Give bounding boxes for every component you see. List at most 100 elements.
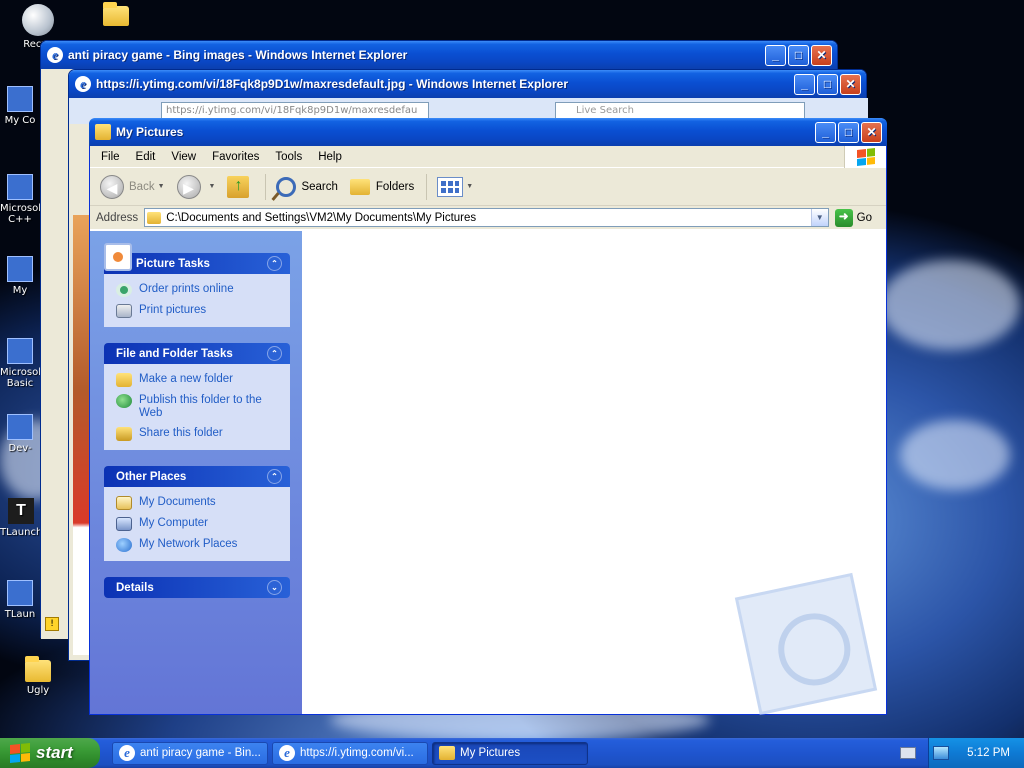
maximize-button[interactable]: □ (838, 121, 859, 143)
menu-file[interactable]: File (90, 151, 128, 163)
my-pictures-watermark-icon (734, 572, 878, 716)
title-bar[interactable]: My Pictures _ □ ✕ (89, 118, 887, 146)
views-button[interactable]: ▼ (437, 176, 473, 197)
other-places-header[interactable]: Other Places ⌃ (104, 466, 290, 487)
ie-icon: e (47, 47, 63, 63)
menu-favorites[interactable]: Favorites (204, 151, 267, 163)
task-order-prints[interactable]: Order prints online (116, 283, 282, 297)
folders-button[interactable]: Folders (349, 178, 414, 195)
taskbar-button-bing[interactable]: e anti piracy game - Bin... (112, 741, 268, 765)
desktop-icon-label: My (12, 285, 28, 296)
my-documents-icon (116, 496, 132, 510)
toolbar-separator (265, 173, 267, 200)
forward-arrow-icon: ▶ (176, 174, 201, 199)
file-folder-tasks-panel: File and Folder Tasks ⌃ Make a new folde… (104, 343, 290, 450)
language-bar[interactable] (888, 738, 928, 768)
desktop-icon-dev[interactable]: Dev- (0, 414, 40, 454)
window-title: anti piracy game - Bing images - Windows… (68, 48, 408, 62)
forward-button[interactable]: ▶ ▼ (176, 174, 216, 199)
up-button[interactable]: ↑ (227, 175, 253, 198)
folder-icon (439, 746, 455, 760)
menu-help[interactable]: Help (310, 151, 350, 163)
desktop-cloud (880, 260, 1020, 350)
back-button[interactable]: ◀ Back ▼ (100, 174, 165, 199)
windows-flag-icon (10, 742, 30, 764)
address-dropdown-button[interactable]: ▼ (810, 209, 828, 226)
taskbar: start e anti piracy game - Bin... e http… (0, 738, 1024, 768)
collapse-icon[interactable]: ⌃ (267, 256, 282, 271)
task-print-pictures[interactable]: Print pictures (116, 304, 282, 318)
folder-icon (147, 211, 162, 224)
windows-logo (844, 146, 886, 168)
address-path: C:\Documents and Settings\VM2\My Documen… (166, 211, 477, 224)
maximize-button[interactable]: □ (817, 73, 838, 95)
details-header[interactable]: Details ⌄ (104, 577, 290, 598)
close-button[interactable]: ✕ (861, 121, 882, 143)
ie-chrome-strip (41, 69, 71, 639)
task-share-folder[interactable]: Share this folder (116, 427, 282, 441)
title-bar[interactable]: e anti piracy game - Bing images - Windo… (41, 41, 837, 69)
task-publish-folder[interactable]: Publish this folder to the Web (116, 394, 282, 420)
minimize-button[interactable]: _ (765, 44, 786, 66)
place-my-network-places[interactable]: My Network Places (116, 538, 282, 552)
desktop-icon-ugly[interactable]: Ugly (8, 656, 68, 696)
start-button[interactable]: start (0, 738, 100, 768)
desktop-icon-label: Ugly (26, 685, 50, 696)
network-icon[interactable] (933, 746, 950, 760)
taskbar-button-ytimg[interactable]: e https://i.ytimg.com/vi... (272, 741, 428, 765)
window-title: My Pictures (116, 125, 184, 139)
desktop-icon-my[interactable]: My (0, 256, 40, 296)
picture-tasks-header[interactable]: Picture Tasks ⌃ (104, 243, 290, 274)
chevron-down-icon: ▼ (208, 183, 216, 190)
collapse-icon[interactable]: ⌃ (267, 346, 282, 361)
place-my-computer[interactable]: My Computer (116, 517, 282, 531)
desktop-cloud (900, 420, 1010, 490)
file-folder-tasks-header[interactable]: File and Folder Tasks ⌃ (104, 343, 290, 364)
minimize-button[interactable]: _ (794, 73, 815, 95)
taskbar-button-label: anti piracy game - Bin... (140, 747, 261, 759)
close-button[interactable]: ✕ (840, 73, 861, 95)
minimize-button[interactable]: _ (815, 121, 836, 143)
start-label: start (36, 743, 73, 762)
close-button[interactable]: ✕ (811, 44, 832, 66)
picture-tasks-title: Picture Tasks (136, 257, 210, 270)
desktop-icon-tlauncher[interactable]: T TLaunch (0, 498, 42, 538)
search-button[interactable]: Search (276, 176, 338, 197)
menu-view[interactable]: View (163, 151, 204, 163)
expand-icon[interactable]: ⌄ (267, 580, 282, 595)
network-places-icon (116, 538, 132, 552)
order-prints-icon (116, 283, 132, 297)
clock[interactable]: 5:12 PM (967, 747, 1010, 759)
file-folder-tasks-title: File and Folder Tasks (116, 347, 233, 360)
task-label: Share this folder (139, 427, 223, 439)
taskbar-button-my-pictures[interactable]: My Pictures (432, 741, 588, 765)
back-label: Back (129, 180, 155, 193)
desktop-icon-visual-basic[interactable]: Microsol Basic (0, 338, 41, 389)
menu-tools[interactable]: Tools (267, 151, 310, 163)
file-list-pane[interactable] (302, 231, 886, 716)
task-make-new-folder[interactable]: Make a new folder (116, 373, 282, 387)
desktop-icon-my-computer[interactable]: My Co (0, 86, 40, 126)
desktop-icon-visual-cpp[interactable]: Microsol C++ (0, 174, 41, 225)
desktop-icon-folder[interactable] (86, 2, 146, 29)
recycle-bin-icon (22, 4, 54, 36)
printer-icon (116, 304, 132, 318)
desktop-icon-label: TLaun (4, 609, 36, 620)
address-label: Address (96, 211, 139, 224)
toolbar: ◀ Back ▼ ▶ ▼ ↑ Search Folders ▼ (90, 168, 886, 206)
go-button[interactable]: ➜ Go (834, 208, 872, 227)
chevron-down-icon: ▼ (157, 183, 165, 190)
share-folder-icon (116, 427, 132, 441)
collapse-icon[interactable]: ⌃ (267, 469, 282, 484)
tlauncher-icon: T (8, 498, 34, 524)
desktop-icon-label: Dev- (8, 443, 32, 454)
ie-icon: e (119, 745, 135, 761)
desktop-icon-tlauncher-2[interactable]: TLaun (0, 580, 40, 620)
title-bar[interactable]: e https://i.ytimg.com/vi/18Fqk8p9D1w/max… (69, 70, 866, 98)
place-my-documents[interactable]: My Documents (116, 496, 282, 510)
maximize-button[interactable]: □ (788, 44, 809, 66)
address-field[interactable]: C:\Documents and Settings\VM2\My Documen… (144, 208, 829, 227)
ie-icon: e (75, 76, 91, 92)
menu-edit[interactable]: Edit (128, 151, 164, 163)
explorer-window[interactable]: My Pictures _ □ ✕ File Edit View Favorit… (89, 118, 887, 716)
